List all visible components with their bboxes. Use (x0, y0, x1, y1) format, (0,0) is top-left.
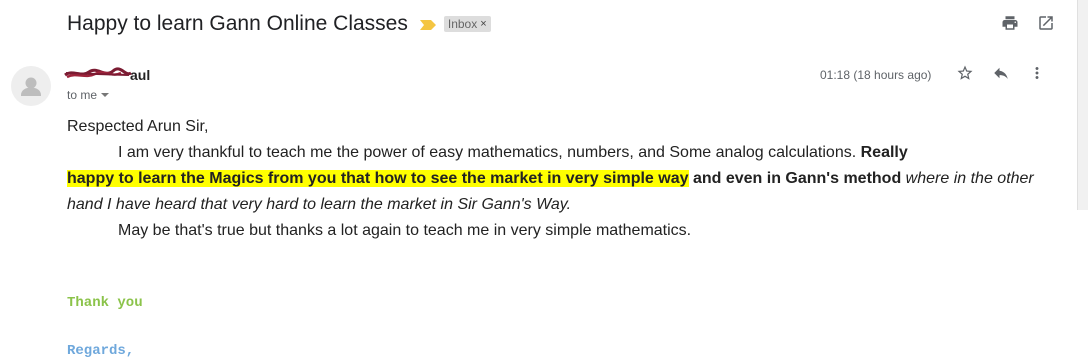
highlighted-text: happy to learn the Magics from you that … (67, 170, 689, 187)
paragraph-2: May be that's true but thanks a lot agai… (118, 222, 692, 239)
sender-name-visible: aul (130, 67, 151, 83)
email-subject: Happy to learn Gann Online Classes (67, 12, 408, 35)
inbox-label-chip: Inbox × (443, 16, 491, 32)
importance-marker-icon[interactable] (419, 20, 436, 30)
more-vert-icon[interactable] (1028, 64, 1046, 82)
greeting: Respected Arun Sir, (67, 118, 209, 135)
paragraph-1-normal: I am very thankful to teach me the power… (118, 144, 861, 161)
inbox-label-text: Inbox (447, 17, 478, 31)
scrollbar[interactable] (1077, 0, 1088, 210)
sender-avatar[interactable] (11, 66, 51, 106)
message-timestamp: 01:18 (18 hours ago) (820, 68, 932, 82)
message-body: Respected Arun Sir, I am very thankful t… (67, 114, 1057, 244)
redaction-scribble (64, 67, 132, 79)
reply-icon[interactable] (992, 64, 1010, 82)
paragraph-1-continued: happy to learn the Magics from you that … (67, 166, 1057, 218)
print-icon[interactable] (1001, 14, 1019, 32)
paragraph-1-bold-a: Really (860, 144, 908, 161)
remove-label-icon[interactable]: × (480, 18, 486, 30)
signature-regards: Regards, (67, 343, 135, 359)
signature-thanks: Thank you (67, 295, 143, 311)
recipient-label: to me (67, 88, 98, 102)
paragraph-1-bold-b: and even in Gann's method (688, 170, 902, 187)
chevron-down-icon[interactable] (101, 93, 110, 97)
subject-row: Happy to learn Gann Online Classes Inbox… (67, 10, 491, 38)
message-actions (956, 64, 1046, 82)
recipient-line: to me (67, 88, 110, 102)
star-icon[interactable] (956, 64, 974, 82)
default-avatar-icon (21, 77, 41, 96)
open-in-new-window-icon[interactable] (1037, 14, 1055, 32)
thread-actions (1001, 14, 1055, 32)
